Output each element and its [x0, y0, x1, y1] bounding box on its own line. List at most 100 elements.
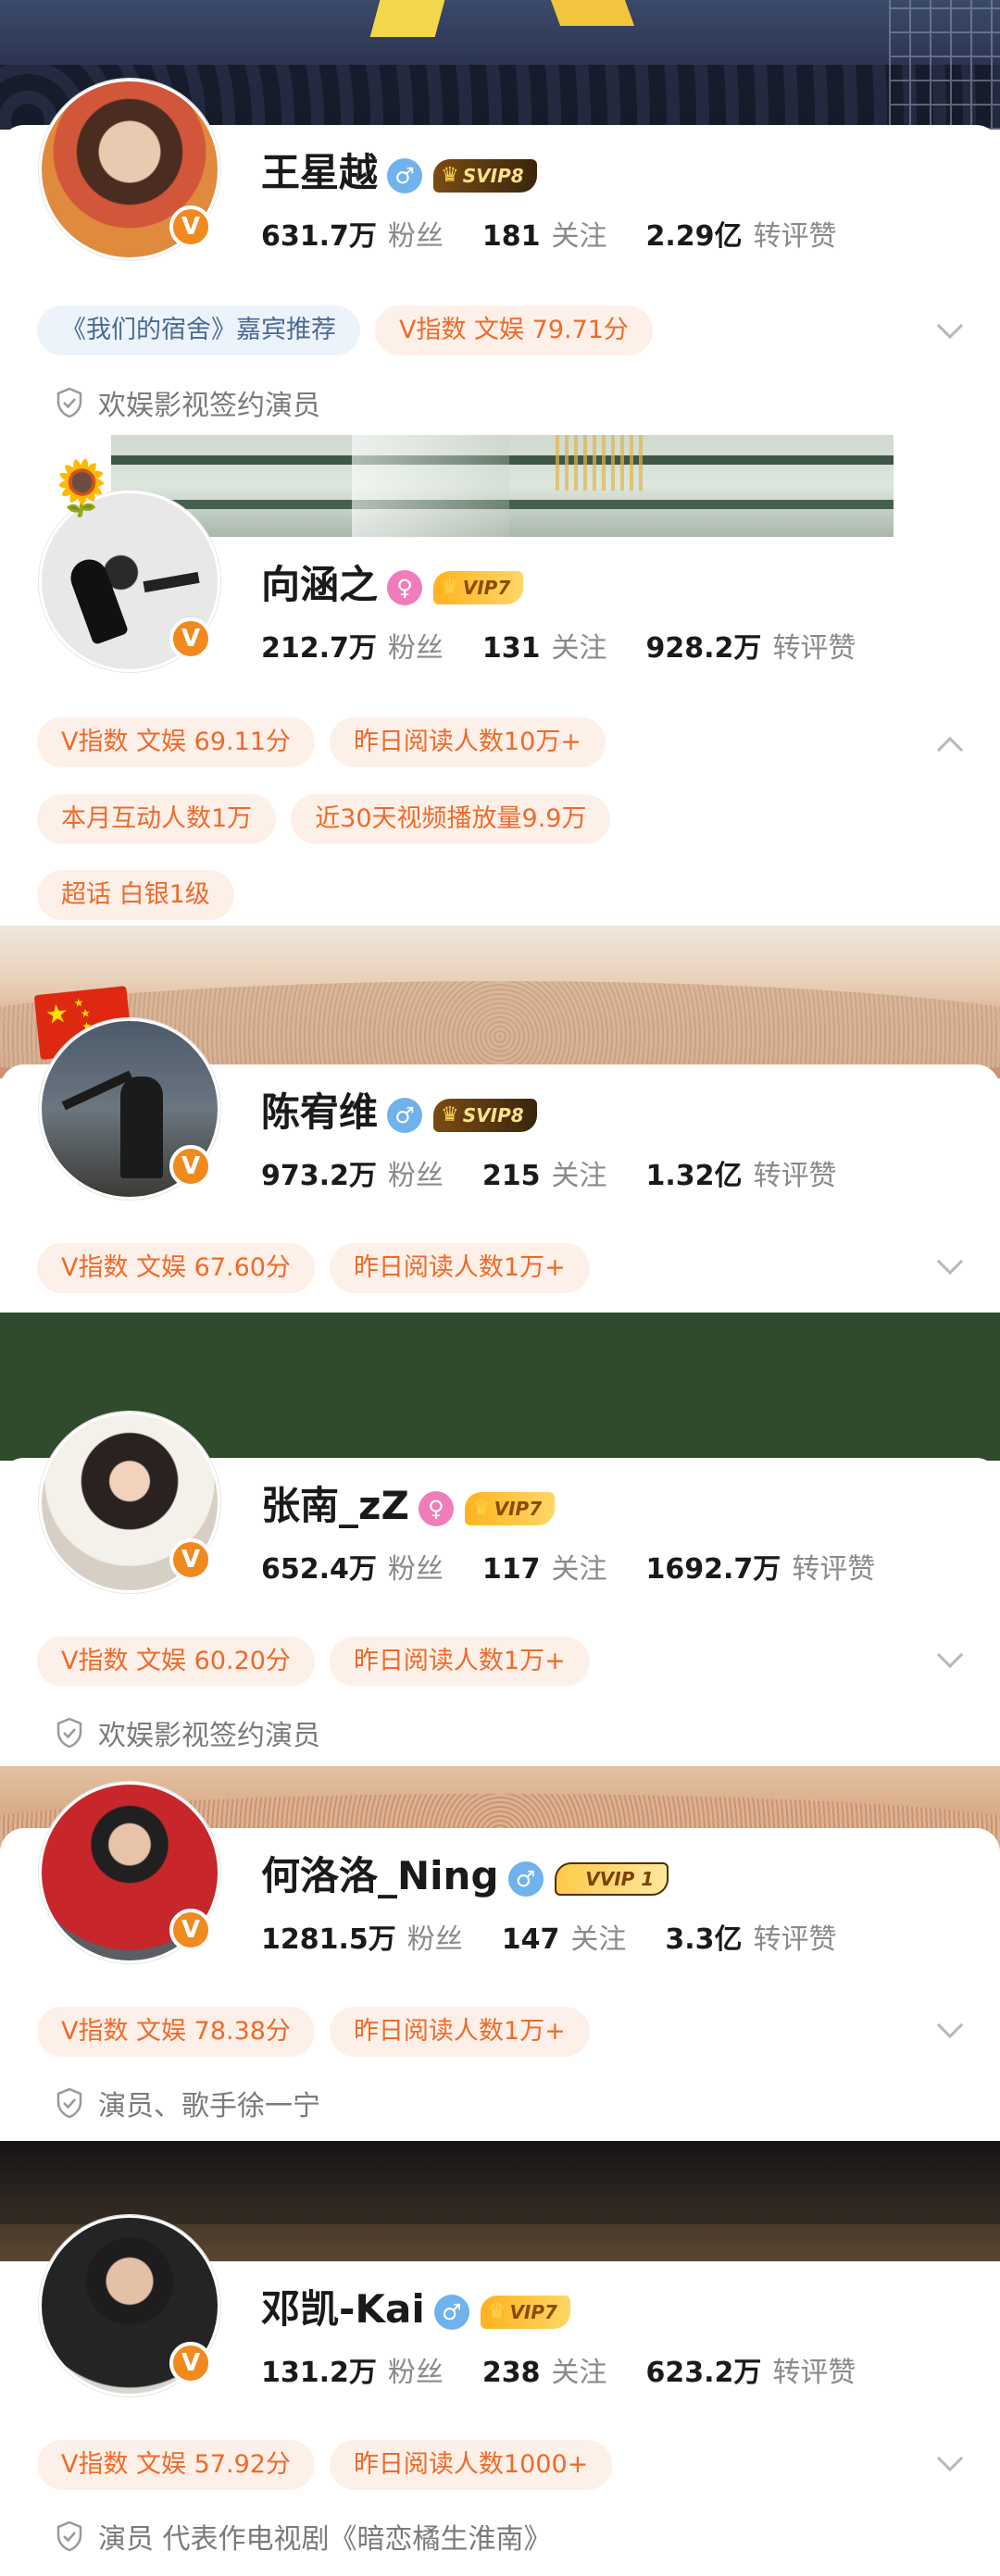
avatar[interactable]: V	[39, 79, 220, 260]
male-gender-icon: ♂	[387, 1097, 423, 1133]
following-stat[interactable]: 215 关注	[482, 1152, 607, 1193]
chevron-down-icon[interactable]	[936, 312, 964, 340]
reads-tag[interactable]: 昨日阅读人数10万+	[329, 717, 606, 767]
tag-row: V指数 文娱 67.60分 昨日阅读人数1万+	[37, 1243, 605, 1293]
v-index-tag[interactable]: V指数 文娱 69.11分	[37, 717, 315, 767]
profile-name[interactable]: 何洛洛_Ning ♂ ♛ VVIP 1	[261, 1845, 669, 1901]
profile-name[interactable]: 张南_zZ ♀ ♛ VIP7	[261, 1475, 556, 1531]
profile-name[interactable]: 向涵之 ♀ ♛ VIP7	[261, 554, 524, 610]
svip-badge[interactable]: ♛ SVIP8	[433, 1098, 537, 1132]
profile-name-text: 王星越	[261, 150, 379, 195]
profile-name[interactable]: 邓凯-Kai ♂ ♛ VIP7	[261, 2278, 570, 2334]
v-index-tag[interactable]: V指数 文娱 79.71分	[375, 305, 653, 355]
profile-card-2[interactable]: V 🌻 向涵之 ♀ ♛ VIP7 212.7万 粉丝 131 关注 928.2万 转评赞 V…	[0, 461, 1000, 926]
video-plays-tag[interactable]: 近30天视频播放量9.9万	[291, 794, 611, 844]
followers-stat[interactable]: 631.7万 粉丝	[261, 213, 444, 254]
avatar-figure	[120, 1076, 163, 1178]
shield-check-icon	[56, 2087, 83, 2119]
male-gender-icon: ♂	[507, 1860, 544, 1897]
profile-name-text: 向涵之	[261, 562, 379, 607]
male-gender-icon: ♂	[433, 2294, 469, 2330]
profile-stats: 212.7万 粉丝 131 关注 928.2万 转评赞	[261, 625, 894, 666]
chevron-down-icon[interactable]	[936, 1248, 964, 1276]
likes-label: 转评赞	[772, 632, 856, 665]
verified-badge-icon: V	[169, 2342, 212, 2384]
following-count: 131	[481, 632, 541, 665]
followers-stat[interactable]: 1281.5万 粉丝	[261, 1916, 463, 1957]
likes-stat[interactable]: 2.29亿 转评赞	[646, 213, 837, 254]
avatar[interactable]: V	[39, 1018, 220, 1200]
v-index-tag[interactable]: V指数 文娱 60.20分	[37, 1636, 315, 1686]
reads-tag[interactable]: 昨日阅读人数1万+	[329, 1636, 590, 1686]
vip-badge[interactable]: ♛ VIP7	[480, 2295, 570, 2329]
reads-tag[interactable]: 昨日阅读人数1万+	[329, 2007, 590, 2057]
profile-stats: 631.7万 粉丝 181 关注 2.29亿 转评赞	[261, 213, 876, 254]
interaction-tag[interactable]: 本月互动人数1万	[37, 794, 277, 844]
followers-stat[interactable]: 131.2万 粉丝	[261, 2349, 444, 2390]
likes-stat[interactable]: 623.2万 转评赞	[646, 2349, 856, 2390]
chevron-up-icon[interactable]	[936, 736, 964, 764]
following-label: 关注	[551, 2357, 607, 2389]
likes-count: 2.29亿	[645, 220, 743, 253]
following-label: 关注	[570, 1923, 627, 1956]
certification: 欢娱影视签约演员	[56, 1712, 320, 1753]
avatar[interactable]: V	[39, 2215, 220, 2396]
cover-banner-2[interactable]	[111, 435, 894, 537]
profile-card-5[interactable]: V 何洛洛_Ning ♂ ♛ VVIP 1 1281.5万 粉丝 147 关注 3.3亿转…	[0, 1782, 1000, 2141]
vip-level: SVIP8	[462, 1103, 524, 1126]
likes-stat[interactable]: 928.2万 转评赞	[646, 625, 856, 666]
followers-count: 973.2万	[261, 1160, 377, 1192]
verified-badge-icon: V	[169, 205, 212, 248]
likes-stat[interactable]: 1.32亿 转评赞	[646, 1152, 837, 1193]
chevron-down-icon[interactable]	[936, 2011, 964, 2039]
followers-stat[interactable]: 212.7万 粉丝	[261, 625, 444, 666]
followers-count: 131.2万	[261, 2357, 377, 2389]
v-index-tag[interactable]: V指数 文娱 57.92分	[37, 2440, 315, 2490]
following-count: 215	[481, 1160, 541, 1192]
profile-card-4[interactable]: V 张南_zZ ♀ ♛ VIP7 652.4万 粉丝 117 关注 1692.7万 转评赞 …	[0, 1412, 1000, 1766]
vvip-badge[interactable]: ♛ VVIP 1	[554, 1861, 669, 1896]
v-index-tag[interactable]: V指数 文娱 78.38分	[37, 2007, 315, 2057]
v-index-tag[interactable]: V指数 文娱 67.60分	[37, 1243, 315, 1293]
sunflower-icon: 🌻	[48, 456, 116, 519]
following-stat[interactable]: 117 关注	[482, 1546, 607, 1587]
profile-name[interactable]: 陈宥维 ♂ ♛ SVIP8	[261, 1081, 537, 1138]
following-stat[interactable]: 181 关注	[482, 213, 607, 254]
verified-badge-icon: V	[169, 1909, 212, 1951]
followers-stat[interactable]: 652.4万 粉丝	[261, 1546, 444, 1587]
banner-flag	[369, 0, 445, 37]
following-stat[interactable]: 147 关注	[502, 1916, 627, 1957]
likes-label: 转评赞	[753, 220, 837, 253]
following-stat[interactable]: 238 关注	[482, 2349, 607, 2390]
avatar[interactable]: V	[39, 1412, 220, 1593]
following-stat[interactable]: 131 关注	[482, 625, 607, 666]
likes-label: 转评赞	[792, 1553, 876, 1586]
likes-stat[interactable]: 3.3亿 转评赞	[665, 1916, 836, 1957]
tag-row: V指数 文娱 78.38分 昨日阅读人数1万+	[37, 2007, 605, 2057]
chevron-down-icon[interactable]	[936, 2445, 964, 2472]
profile-card-1[interactable]: V 王星越 ♂ ♛ SVIP8 631.7万 粉丝 181 关注 2.29亿 转评赞 《我们…	[0, 79, 1000, 435]
tag-row: 本月互动人数1万 近30天视频播放量9.9万	[37, 794, 625, 844]
chevron-down-icon[interactable]	[936, 1641, 964, 1669]
certification-text: 欢娱影视签约演员	[98, 1720, 320, 1752]
likes-stat[interactable]: 1692.7万 转评赞	[646, 1546, 876, 1587]
followers-label: 粉丝	[387, 1553, 444, 1586]
vip-badge[interactable]: ♛ VIP7	[433, 570, 524, 604]
reads-tag[interactable]: 昨日阅读人数1000+	[329, 2440, 613, 2490]
profile-card-6[interactable]: V 邓凯-Kai ♂ ♛ VIP7 131.2万 粉丝 238 关注 623.2万 转评赞 …	[0, 2215, 1000, 2576]
followers-stat[interactable]: 973.2万 粉丝	[261, 1152, 444, 1193]
profile-name-text: 何洛洛_Ning	[261, 1853, 499, 1898]
profile-card-3[interactable]: V 陈宥维 ♂ ♛ SVIP8 973.2万 粉丝 215 关注 1.32亿 转评赞 V指数…	[0, 1018, 1000, 1313]
vip-badge[interactable]: ♛ VIP7	[464, 1491, 556, 1525]
reads-tag[interactable]: 昨日阅读人数1万+	[329, 1243, 590, 1293]
avatar[interactable]: V	[39, 1782, 220, 1963]
following-label: 关注	[551, 220, 607, 253]
followers-label: 粉丝	[387, 1160, 444, 1192]
svip-badge[interactable]: ♛ SVIP8	[433, 158, 537, 193]
super-topic-tag[interactable]: 超话 白银1级	[37, 870, 234, 920]
recommend-tag[interactable]: 《我们的宿舍》嘉宾推荐	[37, 305, 360, 355]
profile-stats: 131.2万 粉丝 238 关注 623.2万 转评赞	[261, 2349, 894, 2390]
female-gender-icon: ♀	[387, 569, 423, 605]
followers-label: 粉丝	[387, 2357, 444, 2389]
profile-name[interactable]: 王星越 ♂ ♛ SVIP8	[261, 142, 537, 198]
